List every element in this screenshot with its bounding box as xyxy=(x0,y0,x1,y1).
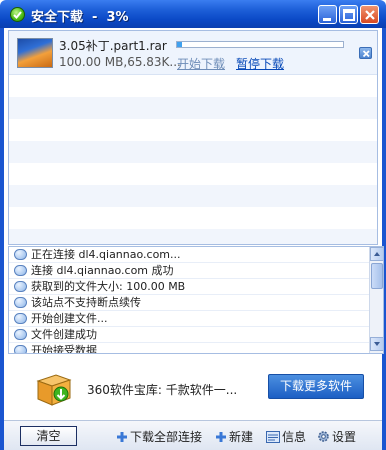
log-line: 该站点不支持断点续传 xyxy=(9,295,369,311)
pause-download-link[interactable]: 暂停下载 xyxy=(236,55,284,72)
promo-text: 360软件宝库: 千款软件一... xyxy=(87,383,238,397)
clear-button[interactable]: 清空 xyxy=(20,426,77,446)
message-bubble-icon xyxy=(14,249,27,260)
message-bubble-icon xyxy=(14,297,27,308)
info-panel-icon xyxy=(266,431,280,446)
software-box-icon xyxy=(34,367,74,407)
list-stripe xyxy=(9,141,377,163)
message-bubble-icon xyxy=(14,281,27,292)
log-line: 开始创建文件... xyxy=(9,311,369,327)
download-list: 3.05补丁.part1.rar 100.00 MB,65.83K... 开始下… xyxy=(8,30,378,245)
list-stripe xyxy=(9,185,377,207)
log-line: 文件创建成功 xyxy=(9,327,369,343)
close-button[interactable] xyxy=(360,5,379,24)
shield-check-icon xyxy=(10,7,25,22)
download-item[interactable]: 3.05补丁.part1.rar 100.00 MB,65.83K... 开始下… xyxy=(9,31,377,75)
log-scrollbar[interactable] xyxy=(369,247,383,353)
file-status: 100.00 MB,65.83K... xyxy=(59,55,181,69)
plus-icon xyxy=(215,431,227,446)
start-download-link[interactable]: 开始下载 xyxy=(177,55,225,72)
window-frame-right xyxy=(382,28,386,450)
download-log[interactable]: 正在连接 dl4.qiannao.com... 连接 dl4.qiannao.c… xyxy=(8,246,384,354)
maximize-button[interactable] xyxy=(339,5,358,24)
title-bar[interactable]: 安全下载 - 3% xyxy=(0,0,386,28)
log-line: 连接 dl4.qiannao.com 成功 xyxy=(9,263,369,279)
software-store-promo: 360软件宝库: 千款软件一... 下载更多软件 xyxy=(4,356,382,420)
progress-fill xyxy=(177,42,182,47)
list-stripe xyxy=(9,97,377,119)
bottom-toolbar: 清空 下载全部连接 新建 信息 设置 xyxy=(4,420,382,450)
remove-download-button[interactable] xyxy=(359,47,372,59)
download-all-links-button[interactable]: 下载全部连接 xyxy=(116,428,202,446)
download-progress-bar xyxy=(176,41,344,48)
minimize-button[interactable] xyxy=(318,5,337,24)
message-bubble-icon xyxy=(14,265,27,276)
new-download-button[interactable]: 新建 xyxy=(215,428,253,446)
log-line: 正在连接 dl4.qiannao.com... xyxy=(9,247,369,263)
log-line: 开始接受数据 xyxy=(9,343,369,353)
window-title: 安全下载 - 3% xyxy=(31,10,129,25)
message-bubble-icon xyxy=(14,329,27,340)
log-line: 获取到的文件大小: 100.00 MB xyxy=(9,279,369,295)
settings-button[interactable]: 设置 xyxy=(317,428,356,446)
info-button[interactable]: 信息 xyxy=(266,428,306,446)
list-stripe xyxy=(9,229,377,244)
scroll-up-button[interactable] xyxy=(370,247,383,261)
gear-icon xyxy=(317,430,330,446)
download-more-software-button[interactable]: 下载更多软件 xyxy=(268,374,364,399)
message-bubble-icon xyxy=(14,345,27,353)
image-file-icon xyxy=(17,38,53,68)
file-name: 3.05补丁.part1.rar xyxy=(59,39,167,53)
message-bubble-icon xyxy=(14,313,27,324)
plus-icon xyxy=(116,431,128,446)
scroll-down-button[interactable] xyxy=(370,337,383,351)
scroll-thumb[interactable] xyxy=(371,263,383,289)
